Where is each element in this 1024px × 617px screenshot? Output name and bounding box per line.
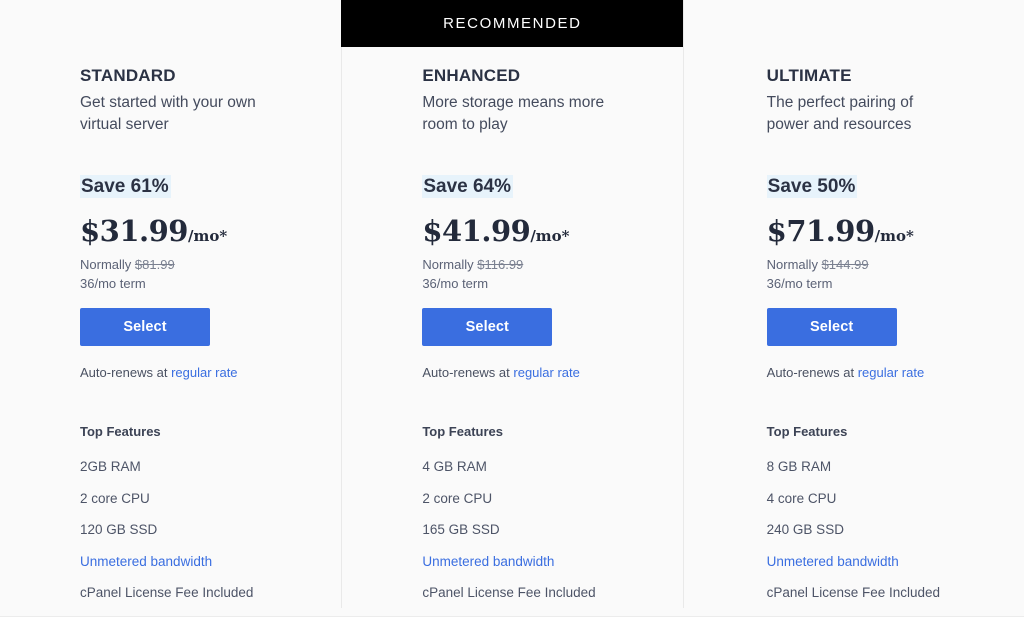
list-item: 165 GB SSD [422,521,682,539]
regular-rate-link[interactable]: regular rate [513,365,579,380]
list-item-unmetered-bandwidth[interactable]: Unmetered bandwidth [767,553,1024,571]
save-badge-row: Save 64% [422,174,682,200]
plan-body: STANDARD Get started with your own virtu… [80,0,341,602]
normally-price: $81.99 [135,257,175,272]
list-item: 4 GB RAM [422,458,682,476]
autorenew-line: Auto-renews at regular rate [767,364,1024,382]
list-item: cPanel License Fee Included [767,584,1024,602]
list-item: 240 GB SSD [767,521,1024,539]
normally-label: Normally [422,257,473,272]
autorenew-line: Auto-renews at regular rate [80,364,341,382]
regular-rate-link[interactable]: regular rate [171,365,237,380]
autorenew-line: Auto-renews at regular rate [422,364,682,382]
features-list: 8 GB RAM 4 core CPU 240 GB SSD Unmetered… [767,458,1024,602]
plan-card-standard: STANDARD Get started with your own virtu… [0,0,341,617]
price-amount: $71.99 [767,214,875,248]
term-line: 36/mo term [422,275,682,293]
list-item: cPanel License Fee Included [80,584,341,602]
list-item: 120 GB SSD [80,521,341,539]
features-title: Top Features [80,423,341,441]
features-title: Top Features [767,423,1024,441]
normally-price-line: Normally $116.99 [422,256,682,274]
normally-label: Normally [767,257,818,272]
plan-body: ENHANCED More storage means more room to… [422,0,682,602]
list-item: cPanel License Fee Included [422,584,682,602]
normally-price: $144.99 [822,257,869,272]
plan-name: ULTIMATE [767,66,1024,86]
select-button[interactable]: Select [422,308,552,346]
plan-tagline: More storage means more room to play [422,92,612,136]
list-item: 4 core CPU [767,490,1024,508]
plan-name: STANDARD [80,66,341,86]
price-row: $71.99 /mo* [767,214,1024,248]
normally-price-line: Normally $81.99 [80,256,341,274]
list-item-unmetered-bandwidth[interactable]: Unmetered bandwidth [80,553,341,571]
normally-price-line: Normally $144.99 [767,256,1024,274]
save-badge-row: Save 50% [767,174,1024,200]
save-badge: Save 50% [767,175,858,198]
plan-tagline: The perfect pairing of power and resourc… [767,92,957,136]
list-item: 8 GB RAM [767,458,1024,476]
price-amount: $31.99 [80,214,188,248]
term-line: 36/mo term [767,275,1024,293]
features-list: 2GB RAM 2 core CPU 120 GB SSD Unmetered … [80,458,341,602]
autorenew-label: Auto-renews at [767,365,854,380]
regular-rate-link[interactable]: regular rate [858,365,924,380]
list-item: 2 core CPU [422,490,682,508]
list-item: 2 core CPU [80,490,341,508]
plan-name: ENHANCED [422,66,682,86]
normally-label: Normally [80,257,131,272]
save-badge-row: Save 61% [80,174,341,200]
pricing-table: STANDARD Get started with your own virtu… [0,0,1024,617]
save-badge: Save 61% [80,175,171,198]
price-period: /mo* [875,226,914,246]
price-amount: $41.99 [422,214,530,248]
autorenew-label: Auto-renews at [422,365,509,380]
select-button[interactable]: Select [80,308,210,346]
price-period: /mo* [188,226,227,246]
autorenew-label: Auto-renews at [80,365,167,380]
plan-card-enhanced: RECOMMENDED ENHANCED More storage means … [341,0,682,617]
save-badge: Save 64% [422,175,513,198]
list-item: 2GB RAM [80,458,341,476]
term-line: 36/mo term [80,275,341,293]
list-item-unmetered-bandwidth[interactable]: Unmetered bandwidth [422,553,682,571]
normally-price: $116.99 [477,257,523,272]
select-button[interactable]: Select [767,308,897,346]
price-period: /mo* [530,226,569,246]
plan-tagline: Get started with your own virtual server [80,92,270,136]
plan-card-ultimate: ULTIMATE The perfect pairing of power an… [683,0,1024,617]
plan-body: ULTIMATE The perfect pairing of power an… [767,0,1024,602]
price-row: $31.99 /mo* [80,214,341,248]
price-row: $41.99 /mo* [422,214,682,248]
features-list: 4 GB RAM 2 core CPU 165 GB SSD Unmetered… [422,458,682,602]
recommended-banner: RECOMMENDED [341,0,683,47]
features-title: Top Features [422,423,682,441]
